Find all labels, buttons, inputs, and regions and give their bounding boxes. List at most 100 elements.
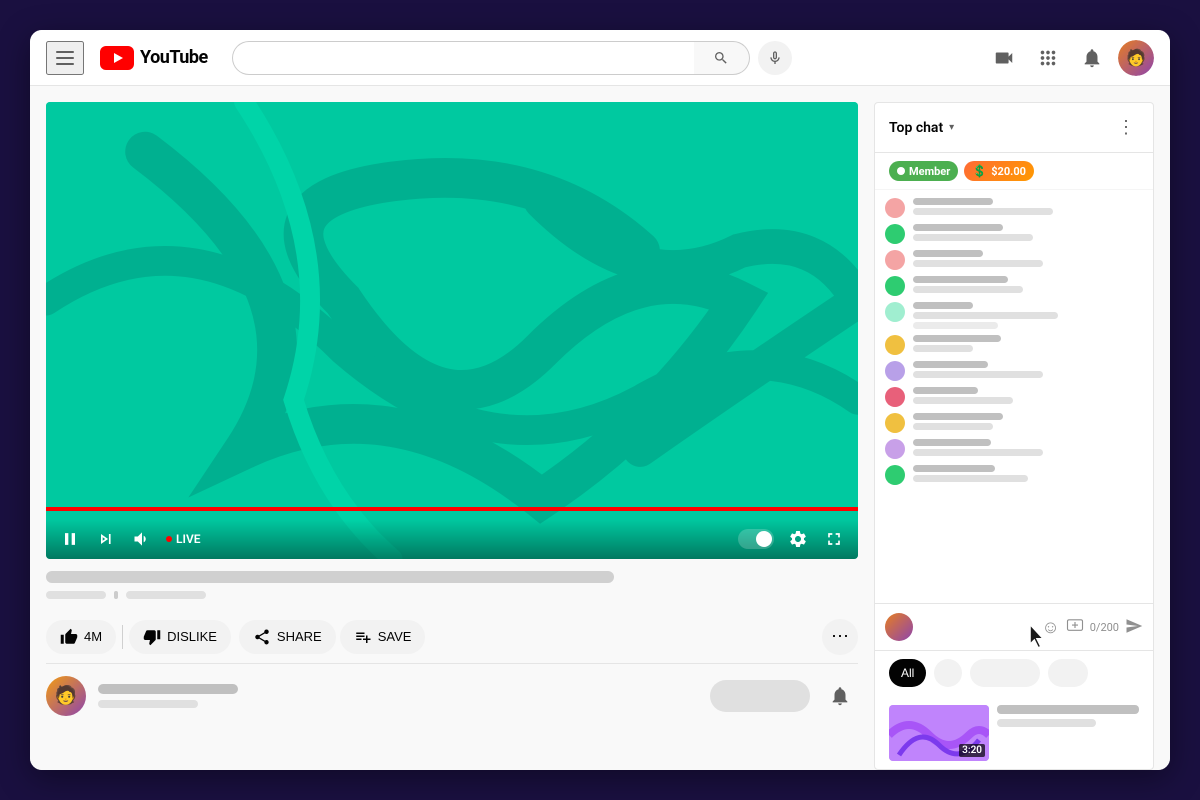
settings-button[interactable]	[786, 527, 810, 551]
miniplayer-toggle[interactable]	[738, 529, 774, 549]
message-text	[913, 345, 973, 352]
video-section: LIVE	[46, 102, 858, 770]
message-avatar	[885, 465, 905, 485]
message-text	[913, 371, 1043, 378]
live-badge: LIVE	[166, 532, 201, 546]
chat-dropdown-icon[interactable]: ▾	[949, 122, 954, 133]
message-text	[913, 423, 993, 430]
chat-more-button[interactable]: ⋮	[1113, 113, 1139, 142]
more-options-button[interactable]: ⋯	[822, 619, 858, 655]
chat-header: Top chat ▾ ⋮	[875, 103, 1153, 153]
tag-3[interactable]	[1048, 659, 1088, 687]
donation-badge[interactable]: 💲 $20.00	[964, 161, 1034, 181]
video-sub-bar	[46, 591, 858, 599]
recommended-video[interactable]: 3:20	[875, 697, 1153, 769]
tag-all[interactable]: All	[889, 659, 926, 687]
message-name	[913, 465, 995, 472]
apps-button[interactable]	[1030, 40, 1066, 76]
message-avatar	[885, 439, 905, 459]
next-button[interactable]	[94, 527, 118, 551]
message-text-2	[913, 322, 998, 329]
channel-info	[98, 684, 698, 708]
mic-button[interactable]	[758, 41, 792, 75]
message-name	[913, 198, 993, 205]
chat-message	[885, 250, 1143, 270]
dot-separator	[114, 591, 118, 599]
menu-button[interactable]	[46, 41, 84, 75]
chat-input[interactable]	[921, 612, 1041, 642]
chat-message	[885, 276, 1143, 296]
notifications-button[interactable]	[1074, 40, 1110, 76]
chat-input-actions: ☺ 0/200	[1041, 616, 1143, 639]
message-avatar	[885, 413, 905, 433]
message-name	[913, 387, 978, 394]
message-name	[913, 361, 988, 368]
message-avatar	[885, 361, 905, 381]
pause-button[interactable]	[58, 527, 82, 551]
browser-window: YouTube	[30, 30, 1170, 770]
search-input[interactable]	[232, 41, 694, 75]
message-name	[913, 302, 973, 309]
like-count: 4M	[84, 629, 102, 644]
progress-bar-area[interactable]	[46, 507, 858, 511]
notification-button[interactable]	[822, 678, 858, 714]
message-text	[913, 312, 1058, 319]
message-name	[913, 439, 991, 446]
youtube-text: YouTube	[140, 47, 208, 68]
avatar-icon: 🧑	[1118, 40, 1154, 76]
create-button[interactable]	[986, 40, 1022, 76]
rec-info	[997, 705, 1139, 761]
super-chat-button[interactable]	[1066, 616, 1084, 639]
chat-badges: Member 💲 $20.00	[875, 153, 1153, 190]
chat-message	[885, 224, 1143, 244]
chat-messages	[875, 190, 1153, 603]
message-content	[913, 361, 1143, 378]
chat-input-wrap: ☺ 0/200	[921, 612, 1143, 642]
member-badge[interactable]: Member	[889, 161, 958, 181]
video-controls: LIVE	[46, 519, 858, 559]
message-content	[913, 465, 1143, 482]
chat-message	[885, 413, 1143, 433]
user-avatar-button[interactable]: 🧑	[1118, 40, 1154, 76]
navbar: YouTube	[30, 30, 1170, 86]
channel-row: 🧑	[46, 664, 858, 728]
rec-title-bar	[997, 705, 1139, 714]
message-name	[913, 335, 1001, 342]
message-content	[913, 387, 1143, 404]
sub-bar-date	[126, 591, 206, 599]
search-button[interactable]	[694, 41, 750, 75]
donation-amount: $20.00	[991, 165, 1026, 178]
logo-area: YouTube	[100, 46, 208, 70]
message-name	[913, 250, 983, 257]
char-count: 0/200	[1090, 621, 1119, 634]
tag-1[interactable]	[934, 659, 962, 687]
message-text	[913, 449, 1043, 456]
message-name	[913, 224, 1003, 231]
chat-message	[885, 465, 1143, 485]
chat-message	[885, 302, 1143, 329]
message-avatar	[885, 198, 905, 218]
chat-user-avatar	[885, 613, 913, 641]
message-avatar	[885, 335, 905, 355]
chat-tags-row: All	[875, 650, 1153, 697]
like-button[interactable]: 4M	[46, 620, 116, 654]
send-button[interactable]	[1125, 617, 1143, 638]
video-title-bar	[46, 571, 614, 583]
message-avatar	[885, 250, 905, 270]
save-button[interactable]: SAVE	[340, 620, 426, 654]
tag-2[interactable]	[970, 659, 1040, 687]
progress-fill	[46, 507, 858, 511]
live-label: LIVE	[176, 532, 201, 546]
dislike-button[interactable]: DISLIKE	[129, 620, 231, 654]
share-button[interactable]: SHARE	[239, 620, 336, 654]
message-content	[913, 198, 1143, 215]
chat-message	[885, 387, 1143, 407]
fullscreen-button[interactable]	[822, 527, 846, 551]
message-text	[913, 286, 1023, 293]
video-player[interactable]: LIVE	[46, 102, 858, 559]
volume-button[interactable]	[130, 527, 154, 551]
chat-message	[885, 198, 1143, 218]
chat-panel: Top chat ▾ ⋮ Member 💲 $20.00	[874, 102, 1154, 770]
subscribe-area	[710, 680, 810, 712]
emoji-button[interactable]: ☺	[1041, 617, 1059, 638]
